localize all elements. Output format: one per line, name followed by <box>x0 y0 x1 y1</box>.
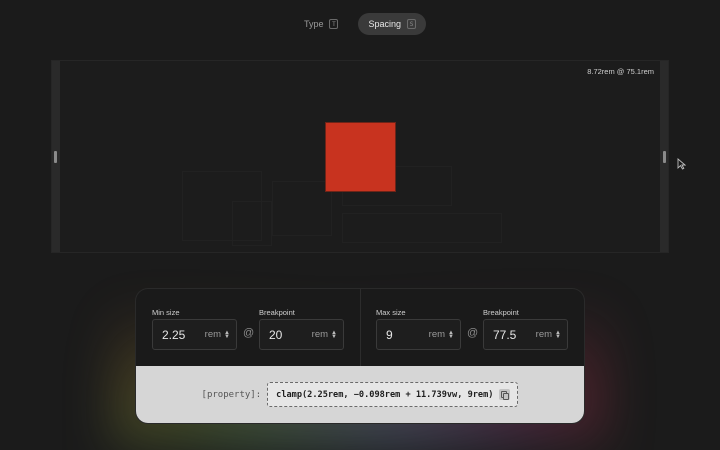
at-symbol: @ <box>243 327 255 339</box>
size-controls: Min size 2.25 rem ▲ ▼ @ Breakpoint 20 rem… <box>136 289 584 366</box>
tab-spacing-shortcut: S <box>407 19 417 29</box>
tab-type-shortcut: T <box>329 19 339 29</box>
resize-rail-left[interactable] <box>52 61 60 252</box>
max-breakpoint-value[interactable]: 77.5 <box>493 328 536 342</box>
chevron-updown-icon[interactable]: ▲ ▼ <box>224 330 230 340</box>
tab-type[interactable]: Type T <box>294 13 349 35</box>
max-size-value[interactable]: 9 <box>386 328 429 342</box>
size-readout: 8.72rem @ 75.1rem <box>587 67 654 76</box>
chevron-updown-icon[interactable]: ▲ ▼ <box>555 330 561 340</box>
resize-handle-icon[interactable] <box>663 151 666 163</box>
max-size-label: Max size <box>376 308 406 317</box>
mode-tabs: Type T Spacing S <box>0 13 720 35</box>
max-breakpoint-unit: rem <box>535 329 553 340</box>
clamp-code-box[interactable]: clamp(2.25rem, −0.098rem + 11.739vw, 9re… <box>267 382 519 407</box>
divider <box>360 289 361 366</box>
property-label: [property]: <box>201 389 262 400</box>
tab-spacing-label: Spacing <box>368 19 402 29</box>
copy-icon[interactable] <box>499 389 511 400</box>
chevron-updown-icon[interactable]: ▲ ▼ <box>448 330 454 340</box>
max-size-field[interactable]: 9 rem ▲ ▼ <box>376 319 461 350</box>
max-breakpoint-label: Breakpoint <box>483 308 519 317</box>
resize-handle-icon[interactable] <box>54 151 57 163</box>
min-breakpoint-label: Breakpoint <box>259 308 295 317</box>
tab-type-label: Type <box>303 19 324 29</box>
min-size-label: Min size <box>152 308 180 317</box>
cursor-icon <box>677 158 686 170</box>
css-output: [property]: clamp(2.25rem, −0.098rem + 1… <box>136 366 584 423</box>
max-size-unit: rem <box>428 329 446 340</box>
max-breakpoint-field[interactable]: 77.5 rem ▲ ▼ <box>483 319 568 350</box>
chevron-updown-icon[interactable]: ▲ ▼ <box>331 330 337 340</box>
min-size-field[interactable]: 2.25 rem ▲ ▼ <box>152 319 237 350</box>
at-symbol: @ <box>467 327 479 339</box>
preview-area: 8.72rem @ 75.1rem <box>51 60 669 253</box>
min-size-value[interactable]: 2.25 <box>162 328 205 342</box>
controls-panel: Min size 2.25 rem ▲ ▼ @ Breakpoint 20 rem… <box>136 289 584 423</box>
min-size-unit: rem <box>204 329 222 340</box>
min-breakpoint-value[interactable]: 20 <box>269 328 312 342</box>
tab-spacing[interactable]: Spacing S <box>358 13 427 35</box>
min-breakpoint-field[interactable]: 20 rem ▲ ▼ <box>259 319 344 350</box>
clamp-code[interactable]: clamp(2.25rem, −0.098rem + 11.739vw, 9re… <box>276 390 493 400</box>
spacing-preview-square <box>325 122 396 192</box>
min-breakpoint-unit: rem <box>311 329 329 340</box>
resize-rail-right[interactable] <box>660 61 668 252</box>
